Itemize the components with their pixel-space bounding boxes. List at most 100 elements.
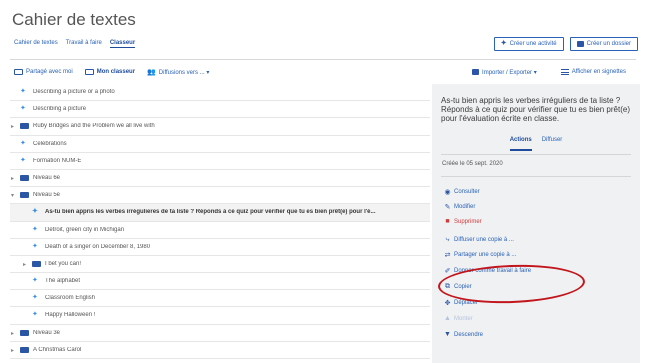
row-label: The alphabet	[45, 278, 81, 285]
folder-icon	[472, 69, 480, 75]
activity-icon: ✦	[32, 225, 38, 233]
broadcasts-label: Diffusions vers ... ▾	[158, 69, 210, 76]
tab-cahier-de-textes[interactable]: Cahier de textes	[14, 40, 58, 48]
activity-row[interactable]: ✦ Death of a singer on December 8, 1980	[10, 239, 430, 256]
create-folder-button[interactable]: Créer un dossier	[569, 37, 638, 51]
activity-row[interactable]: ✦ Describing a picture or a photo	[10, 84, 430, 102]
arrow-up-icon: ▲	[444, 315, 451, 322]
chevron-right-icon[interactable]: ▸	[11, 330, 17, 337]
shared-with-me-filter[interactable]: Partagé avec moi	[14, 69, 73, 75]
folder-icon	[20, 174, 29, 181]
share-copy-icon: ⇄	[444, 252, 451, 259]
import-export-dropdown[interactable]: Importer / Exporter ▾	[472, 69, 537, 76]
activity-row[interactable]: ✦ Formation NUM-E	[10, 153, 430, 170]
create-folder-label: Créer un dossier	[586, 41, 631, 47]
arrow-down-icon: ▼	[444, 331, 451, 338]
top-actions: ✦ Créer une activité Créer un dossier	[493, 37, 638, 51]
folder-outline-icon	[14, 69, 23, 75]
star-plus-icon: ✦	[500, 40, 507, 47]
folder-icon	[20, 123, 29, 130]
chevron-right-icon[interactable]: ▸	[23, 261, 29, 268]
activity-title: As-tu bien appris les verbes irréguliers…	[441, 96, 630, 123]
activity-icon: ✦	[32, 294, 38, 302]
folder-row[interactable]: ▾ Niveau 5e	[10, 187, 430, 205]
row-label: Niveau 6e	[33, 174, 61, 181]
my-binder-filter[interactable]: Mon classeur	[84, 69, 136, 75]
row-label: Happy Halloween !	[45, 312, 96, 319]
folder-row[interactable]: ▸ A Christmas Carol	[10, 342, 430, 359]
row-label: I bet you can!	[45, 260, 82, 267]
move-icon: ✥	[444, 300, 451, 307]
app-title: Cahier de textes	[12, 10, 136, 29]
action-pencil[interactable]: ✎ Modifier	[444, 203, 476, 211]
folder-row[interactable]: ▸ I bet you can!	[10, 256, 430, 274]
binder-tree: ✦ Describing a picture or a photo ✦ Describ…	[10, 84, 430, 363]
row-label: Celebrations	[33, 140, 67, 147]
activity-row[interactable]: ✦ Classroom English	[10, 290, 430, 308]
list-icon	[560, 69, 569, 75]
tab-classeur[interactable]: Classeur	[109, 40, 136, 48]
activity-icon: ✦	[20, 156, 26, 164]
chevron-down-icon[interactable]: ▾	[11, 192, 17, 199]
activity-row[interactable]: ✦ Celebrations	[10, 136, 430, 153]
action-label: Supprimer	[454, 218, 482, 225]
details-divider	[441, 176, 631, 177]
chevron-right-icon[interactable]: ▸	[11, 123, 17, 130]
details-divider	[441, 154, 631, 155]
pencil-icon: ✎	[444, 204, 451, 211]
action-label: Descendre	[454, 331, 484, 338]
folder-plus-icon	[576, 41, 584, 47]
action-eye[interactable]: ◉ Consulter	[444, 188, 480, 196]
folder-row[interactable]: ▸Sherlock Holmes	[10, 359, 430, 363]
header-divider	[10, 59, 636, 60]
my-binder-label: Mon classeur	[96, 69, 136, 75]
action-arrow-down[interactable]: ▼ Descendre	[444, 331, 483, 338]
action-share-copy[interactable]: ⇄ Partager une copie à ...	[444, 251, 517, 259]
activity-icon: ✦	[20, 105, 26, 113]
folder-row[interactable]: ▸ Niveau 3e	[10, 325, 430, 342]
activity-icon: ✦	[32, 311, 38, 319]
row-label: As-tu bien appris les verbes irréguliere…	[45, 209, 376, 216]
details-panel: As-tu bien appris les verbes irréguliers…	[432, 84, 640, 363]
folder-icon	[20, 346, 29, 353]
folder-icon	[20, 329, 29, 336]
activity-row[interactable]: ✦ As-tu bien appris les verbes irrégulier…	[10, 204, 430, 222]
chevron-right-icon[interactable]: ▸	[11, 347, 17, 354]
action-share[interactable]: ⤷ Diffuser une copie à ...	[444, 236, 514, 244]
folder-row[interactable]: ▸ Ruby Bridges and the Problem we all liv…	[10, 118, 430, 136]
tab-travail-a-faire[interactable]: Travail à faire	[66, 40, 102, 48]
chevron-right-icon[interactable]: ▸	[11, 175, 17, 182]
row-label: Death of a singer on December 8, 1980	[45, 243, 151, 250]
row-label: Formation NUM-E	[33, 157, 82, 164]
action-label: Diffuser une copie à ...	[454, 237, 514, 243]
import-export-label: Importer / Exporter ▾	[482, 69, 537, 76]
activity-icon: ✦	[20, 139, 26, 147]
activity-row[interactable]: ✦ Describing a picture	[10, 101, 430, 119]
row-label: Classroom English	[45, 295, 96, 302]
create-activity-label: Créer une activité	[509, 41, 557, 47]
action-label: Modifier	[454, 204, 476, 210]
folder-outline-icon	[84, 69, 94, 75]
activity-icon: ✦	[32, 208, 38, 216]
people-icon: 👥	[147, 69, 156, 76]
show-tabs-toggle[interactable]: Afficher en signettes	[560, 69, 626, 75]
action-arrow-up: ▲ Monter	[444, 315, 473, 322]
folder-row[interactable]: ▸ Niveau 6e	[10, 170, 430, 188]
broadcasts-dropdown[interactable]: 👥 Diffusions vers ... ▾	[147, 68, 209, 76]
show-tabs-label: Afficher en signettes	[571, 69, 626, 75]
tab-diffuser[interactable]: Diffuser	[542, 137, 563, 151]
activity-row[interactable]: ✦ Happy Halloween !	[10, 307, 430, 325]
tab-actions[interactable]: Actions	[509, 137, 532, 151]
folder-icon	[20, 192, 29, 199]
share-icon: ⤷	[445, 236, 450, 243]
create-activity-button[interactable]: ✦ Créer une activité	[493, 37, 564, 51]
action-trash[interactable]: ■ Supprimer	[444, 218, 482, 225]
action-label: Consulter	[454, 189, 480, 195]
row-label: Describing a picture or a photo	[33, 89, 115, 95]
activity-row[interactable]: ✦ The alphabet	[10, 273, 430, 291]
row-label: Ruby Bridges and the Problem we all live…	[33, 123, 155, 130]
row-label: A Christmas Carol	[33, 346, 82, 353]
activity-icon: ✦	[32, 242, 38, 250]
action-label: Monter	[454, 315, 473, 322]
activity-row[interactable]: ✦ Detroit, green city in Michigan	[10, 222, 430, 239]
